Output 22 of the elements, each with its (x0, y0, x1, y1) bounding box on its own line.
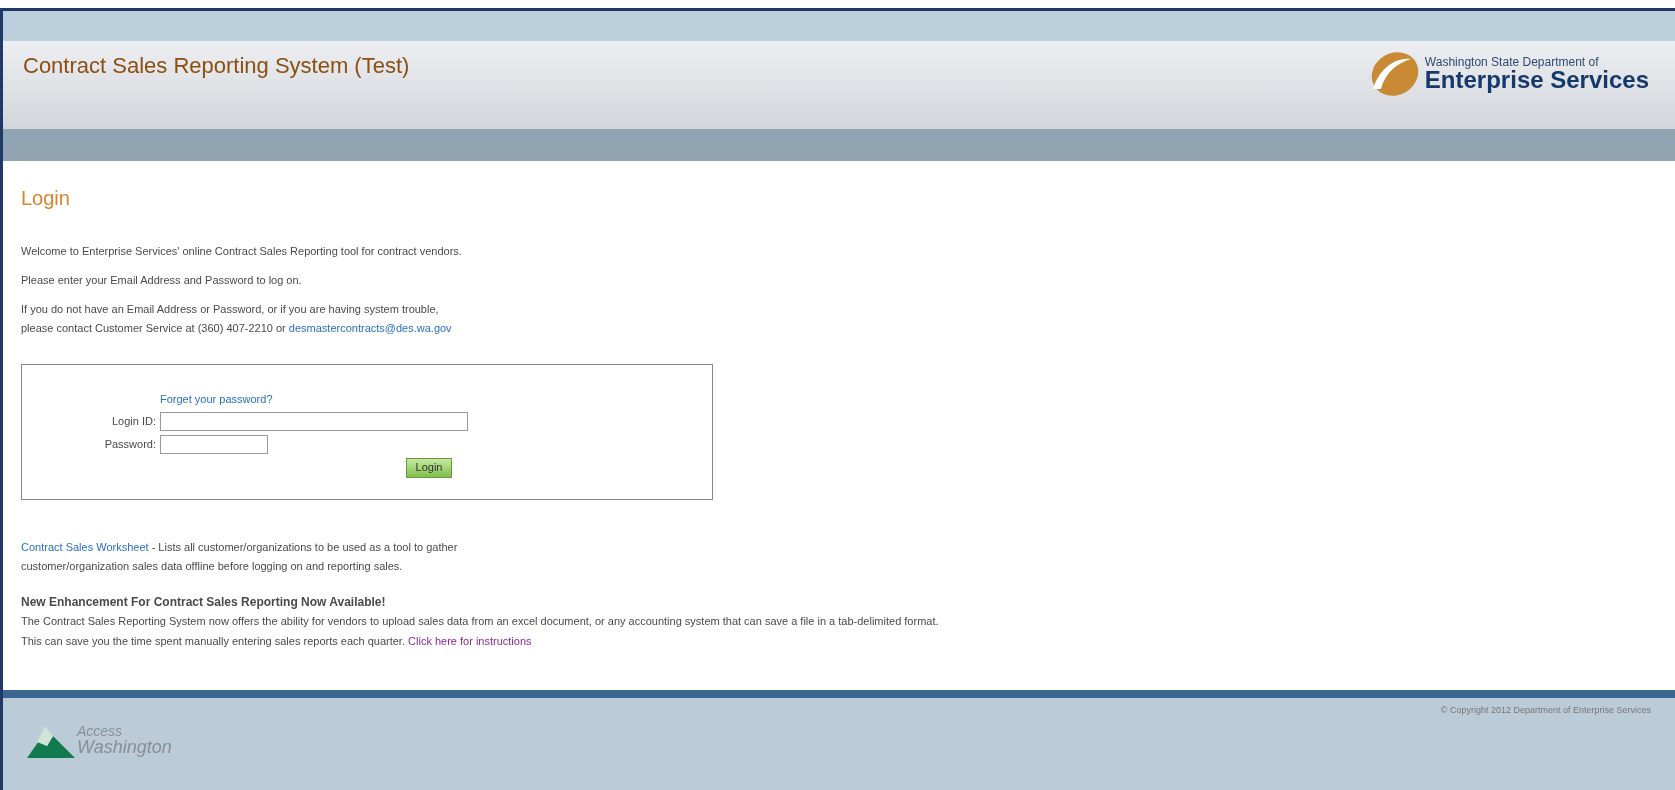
worksheet-text: Contract Sales Worksheet - Lists all customer/organizations to be used as a tool to gather customer/organization sales data offline before logging on and reporting sales. (21, 540, 459, 574)
info-text: Please enter your Email Address and Password to log on. (21, 272, 303, 288)
input-field[interactable] (160, 411, 468, 431)
logo-text: Washington (77, 738, 172, 756)
info-text: Welcome to Enterprise Services' online Contract Sales Reporting tool for contract vendors. (21, 244, 463, 259)
news-text: The Contract Sales Reporting System now offers the ability for vendors to upload sales data from an excel document, or any accounting system that can save a file in a tab-delimited format. This can save you the time spent manually entering sales reports each quarter. Click here for instructions (21, 614, 940, 649)
logo-text: Access (77, 724, 124, 738)
email-link[interactable]: desmastercontracts@des.wa.gov (288, 322, 452, 334)
forgot-password-link[interactable]: Forget your password? (160, 391, 712, 408)
news-heading: New Enhancement For Contract Sales Reporting Now Available! (21, 594, 387, 611)
field-label: Password: (103, 436, 156, 452)
field-label: Login ID: (110, 413, 156, 429)
contact-text: If you do not have an Email Address or Password, or if you are having system trouble, please contact Customer Service at (360) 407-2210 or desmastercontracts@des.wa.gov (21, 302, 453, 336)
input-field[interactable] (160, 434, 268, 454)
logo-subtitle: Washington State Department of (1424, 56, 1600, 68)
worksheet-link[interactable]: Contract Sales Worksheet (21, 541, 149, 553)
site-title: Contract Sales Reporting System (Test) (23, 52, 410, 80)
instructions-link[interactable]: Click here for instructions (408, 635, 532, 647)
login-button[interactable]: Login (406, 457, 452, 478)
page-heading: Login (21, 186, 71, 211)
copyright-text: © Copyright 2012 Department of Enterprise Services (1440, 704, 1651, 717)
logo-title: Enterprise Services (1424, 68, 1649, 92)
